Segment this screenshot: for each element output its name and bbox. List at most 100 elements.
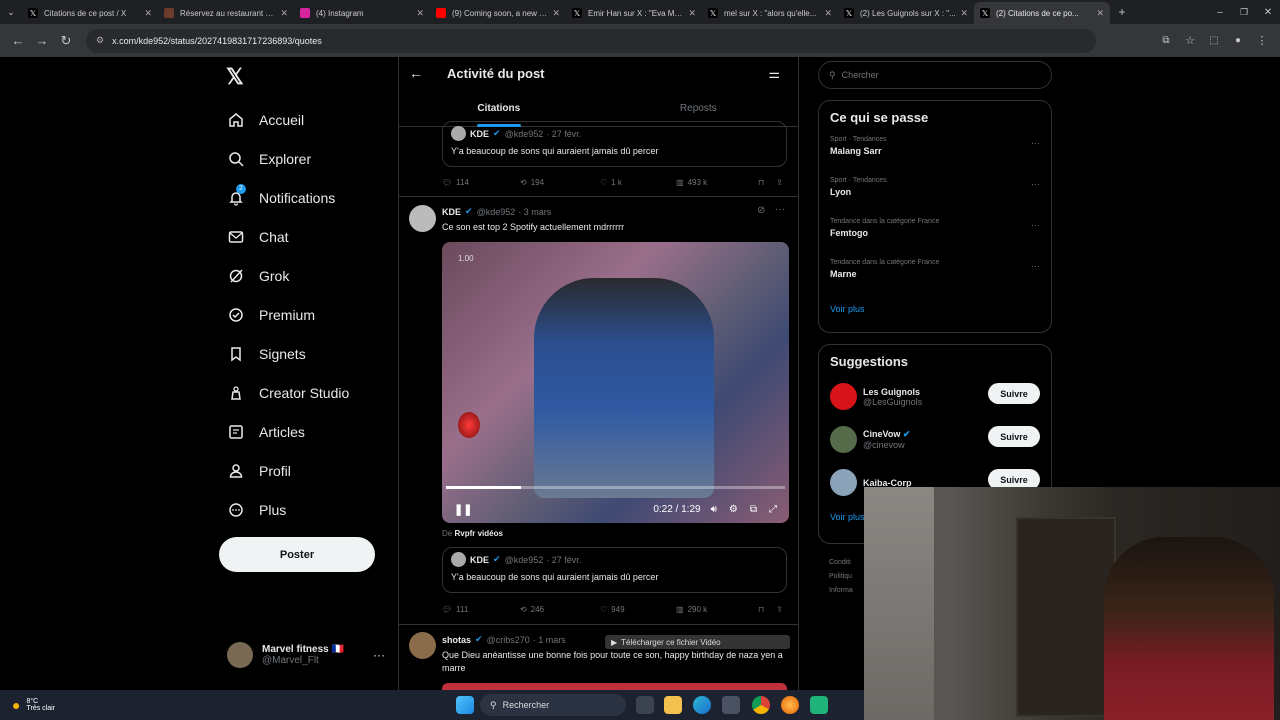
close-tab-icon[interactable]: ✕	[688, 8, 696, 19]
video-source-name[interactable]: Rvpfr vidéos	[454, 529, 502, 538]
app-icon[interactable]	[810, 696, 828, 714]
follow-button[interactable]: Suivre	[988, 426, 1040, 447]
close-tab-icon[interactable]: ✕	[416, 8, 424, 19]
maximize-icon[interactable]: ❐	[1232, 0, 1256, 24]
suggestion-item[interactable]: CineVow ✔ @cinevow Suivre	[819, 418, 1051, 461]
close-tab-icon[interactable]: ✕	[824, 8, 832, 19]
browser-tab[interactable]: 𝕏 (2) Citations de ce po... ✕	[974, 2, 1110, 24]
close-tab-icon[interactable]: ✕	[280, 8, 288, 19]
post-date[interactable]: · 3 mars	[518, 207, 551, 217]
back-icon[interactable]: ←	[6, 29, 30, 53]
chrome-icon[interactable]	[752, 696, 770, 714]
like-button[interactable]: ♡ 949	[600, 605, 676, 614]
minimize-icon[interactable]: –	[1208, 0, 1232, 24]
address-bar[interactable]: ⚙ x.com/kde952/status/202741983171723689…	[86, 28, 1096, 53]
task-view-icon[interactable]	[636, 696, 654, 714]
more-options-icon[interactable]: ···	[1031, 179, 1040, 189]
sidebar-item-creator-studio[interactable]: Creator Studio	[222, 373, 349, 412]
windows-start-icon[interactable]	[456, 696, 474, 714]
sidebar-item-accueil[interactable]: Accueil	[222, 100, 349, 139]
profile-icon[interactable]: ●	[1226, 29, 1250, 53]
browser-tab[interactable]: (9) Coming soon, a new R... ✕	[430, 2, 566, 24]
trend-item[interactable]: Tendance dans la catégorie France Marne …	[819, 259, 1051, 300]
more-options-icon[interactable]: ···	[373, 648, 385, 662]
sidebar-item-plus[interactable]: Plus	[222, 490, 349, 529]
store-icon[interactable]	[722, 696, 740, 714]
file-explorer-icon[interactable]	[664, 696, 682, 714]
quoted-post[interactable]: KDE ✔ @kde952 · 27 févr. Y'a beaucoup de…	[442, 547, 787, 593]
repost-button[interactable]: ⟲ 194	[520, 178, 600, 187]
follow-button[interactable]: Suivre	[988, 383, 1040, 404]
reply-button[interactable]: 💬︎ 114	[442, 178, 520, 187]
close-tab-icon[interactable]: ✕	[1096, 8, 1104, 19]
sidebar-item-articles[interactable]: Articles	[222, 412, 349, 451]
settings-icon[interactable]: ⚙	[729, 504, 738, 515]
more-options-icon[interactable]: ···	[1031, 138, 1040, 148]
suggestion-item[interactable]: Les Guignols @LesGuignols Suivre	[819, 375, 1051, 418]
media-preview[interactable]	[442, 683, 787, 690]
bookmark-icon[interactable]: ⊓	[758, 178, 764, 187]
trend-item[interactable]: Sport · Tendances Malang Sarr ···	[819, 136, 1051, 177]
author-name[interactable]: KDE	[442, 207, 461, 217]
see-more-link[interactable]: Voir plus	[819, 304, 1051, 314]
edge-icon[interactable]	[693, 696, 711, 714]
post-date[interactable]: · 1 mars	[533, 635, 566, 645]
footer-link[interactable]: Conditi	[829, 556, 853, 570]
trend-item[interactable]: Tendance dans la catégorie France Femtog…	[819, 218, 1051, 259]
close-tab-icon[interactable]: ✕	[960, 8, 968, 19]
tab-list-icon[interactable]: ⌄	[0, 0, 22, 24]
new-tab-icon[interactable]: +	[1110, 0, 1134, 24]
sidebar-item-explorer[interactable]: Explorer	[222, 139, 349, 178]
x-logo[interactable]: 𝕏	[226, 64, 244, 90]
repost-button[interactable]: ⟲ 246	[520, 605, 600, 614]
filter-icon[interactable]: ⚌	[768, 66, 780, 82]
reload-icon[interactable]: ↻	[54, 29, 78, 53]
views-button[interactable]: ▥ 290 k	[676, 605, 758, 614]
search-input[interactable]: ⚲ Chercher	[818, 61, 1052, 89]
browser-tab[interactable]: Réservez au restaurant Le... ✕	[158, 2, 294, 24]
download-video-overlay[interactable]: ▶ Télécharger ce fichier Vidéo	[605, 635, 790, 649]
fullscreen-icon[interactable]: ⤢	[769, 504, 777, 515]
more-options-icon[interactable]: ···	[1031, 220, 1040, 230]
sidebar-item-notifications[interactable]: 2 Notifications	[222, 178, 349, 217]
video-player[interactable]: 1.00 ❚❚ 0:22 / 1:29 🔊︎ ⚙ ⧉ ⤢	[442, 242, 789, 523]
like-button[interactable]: ♡ 1 k	[600, 178, 676, 187]
browser-tab[interactable]: (4) Instagram ✕	[294, 2, 430, 24]
browser-tab[interactable]: 𝕏 Citations de ce post / X ✕	[22, 2, 158, 24]
bookmark-icon[interactable]: ⊓	[758, 605, 764, 614]
trend-item[interactable]: Sport · Tendances Lyon ···	[819, 177, 1051, 218]
sidebar-item-profil[interactable]: Profil	[222, 451, 349, 490]
firefox-icon[interactable]	[781, 696, 799, 714]
reply-button[interactable]: 💬︎ 111	[442, 605, 520, 614]
views-button[interactable]: ▥ 493 k	[676, 178, 758, 187]
quoted-post[interactable]: KDE ✔ @kde952 · 27 févr. Y'a beaucoup de…	[442, 121, 787, 167]
extensions-icon[interactable]: ⬚	[1202, 29, 1226, 53]
sidebar-item-grok[interactable]: Grok	[222, 256, 349, 295]
pip-icon[interactable]: ⧉	[750, 504, 757, 515]
avatar[interactable]	[409, 632, 436, 659]
footer-link[interactable]: Informa	[829, 584, 853, 598]
author-name[interactable]: shotas	[442, 635, 471, 645]
post-button[interactable]: Poster	[219, 537, 375, 572]
sidebar-item-premium[interactable]: Premium	[222, 295, 349, 334]
avatar[interactable]	[409, 205, 436, 232]
browser-tab[interactable]: 𝕏 Emir Han sur X : "Eva Men... ✕	[566, 2, 702, 24]
weather-widget[interactable]: ● 8°C Très clair	[12, 697, 55, 713]
more-options-icon[interactable]: ···	[775, 204, 785, 215]
close-window-icon[interactable]: ✕	[1256, 0, 1280, 24]
sidebar-item-signets[interactable]: Signets	[222, 334, 349, 373]
video-progress[interactable]	[446, 486, 785, 489]
grok-icon[interactable]: ⊘	[757, 205, 765, 216]
close-tab-icon[interactable]: ✕	[144, 8, 152, 19]
star-icon[interactable]: ☆	[1178, 29, 1202, 53]
close-tab-icon[interactable]: ✕	[552, 8, 560, 19]
share-icon[interactable]: ⇪	[776, 178, 783, 187]
taskbar-search[interactable]: ⚲ Rechercher	[480, 694, 626, 716]
site-info-icon[interactable]: ⚙	[96, 35, 104, 46]
footer-link[interactable]: Politiqu	[829, 570, 853, 584]
install-icon[interactable]: ⧉	[1154, 29, 1178, 53]
author-handle[interactable]: @cribs270	[487, 635, 530, 645]
volume-icon[interactable]: 🔊︎	[711, 504, 717, 515]
browser-tab[interactable]: 𝕏mel sur X : "alors qu'elle... ✕	[702, 2, 838, 24]
menu-icon[interactable]: ⋮	[1250, 29, 1274, 53]
